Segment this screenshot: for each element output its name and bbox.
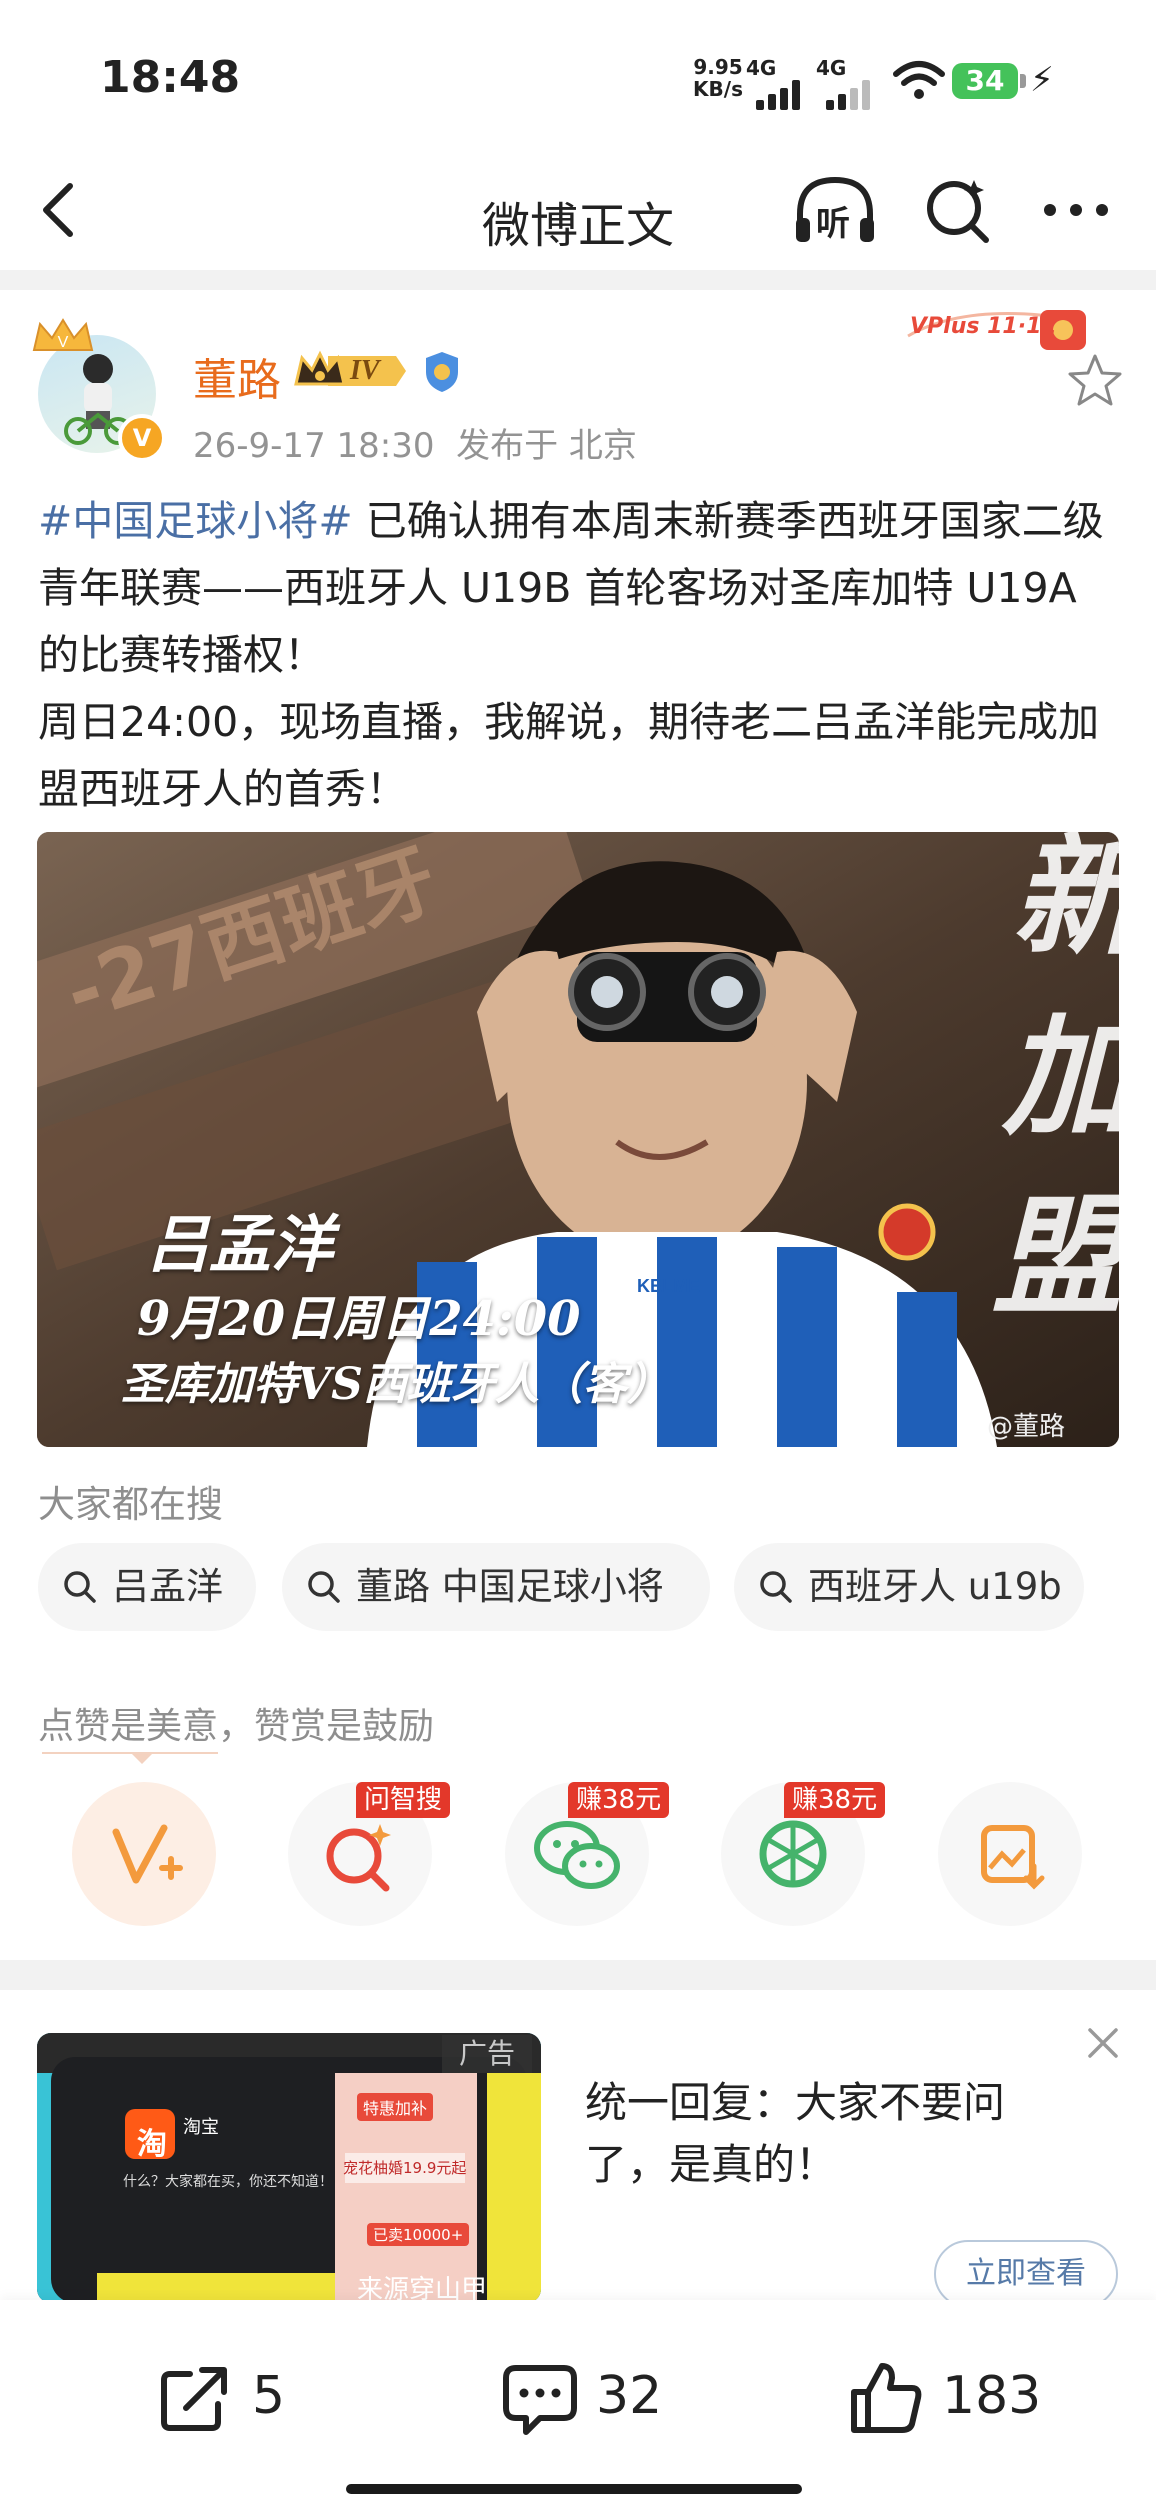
clock: 18:48: [100, 52, 241, 103]
verified-v-icon: V: [118, 414, 166, 462]
action-bar: 5 32 183: [0, 2300, 1156, 2510]
like-button[interactable]: 183: [846, 2358, 1066, 2438]
share-count: 5: [252, 2366, 286, 2426]
ad-promo-price: 宠花柚婚19.9元起: [343, 2159, 467, 2177]
save-image-icon: [981, 1825, 1045, 1890]
signal-type-label: 4G: [746, 56, 777, 80]
ad-sales: 已卖10000+: [367, 2223, 470, 2246]
favorite-star-icon[interactable]: [1064, 350, 1126, 412]
post-text: #中国足球小将# 已确认拥有本周末新赛季西班牙国家二级青年联赛——西班牙人 U1…: [38, 488, 1124, 823]
comment-button[interactable]: 32: [500, 2358, 700, 2438]
side-text-char-1: 新: [1012, 832, 1119, 973]
network-speed-value: 9.95: [693, 55, 743, 79]
share-button[interactable]: 5: [156, 2358, 316, 2438]
search-icon: [760, 1571, 792, 1603]
search-chip-label: 吕孟洋: [112, 1565, 223, 1608]
brand-logo: KELME: [637, 1276, 700, 1296]
v-plus-icon: [112, 1824, 183, 1884]
comment-icon: [503, 2365, 577, 2435]
section-divider: [0, 1960, 1156, 1990]
charging-icon: ⚡: [1030, 60, 1054, 100]
listen-button[interactable]: 听: [790, 172, 880, 252]
network-speed-unit: KB/s: [693, 77, 743, 101]
image-watermark: @董路: [987, 1412, 1066, 1442]
hashtag-link[interactable]: #中国足球小将#: [38, 497, 353, 545]
search-chip-label: 西班牙人 u19b: [808, 1565, 1062, 1608]
post-meta: 26-9-17 18:30 发布于 北京: [193, 426, 637, 466]
ad-source: 来源穿山甲: [357, 2275, 488, 2303]
search-chip[interactable]: 吕孟洋: [38, 1543, 256, 1631]
like-count: 183: [942, 2366, 1042, 2426]
signal-icon: 4G: [746, 56, 816, 110]
ad-tag: 广告: [442, 2035, 532, 2073]
vip-level-text: IV: [350, 355, 380, 386]
verified-badge-icon: [426, 352, 458, 392]
taobao-logo-icon: 淘: [137, 2127, 167, 2162]
ad-promo: 特惠加补: [357, 2093, 434, 2121]
reward-label: 点赞是美意，赞赏是鼓励: [38, 1706, 435, 1747]
side-text-char-2: 加: [1001, 1000, 1119, 1153]
listen-label: 听: [816, 204, 850, 244]
crown-icon: V: [32, 318, 94, 351]
reward-pointer: [130, 1752, 154, 1764]
section-divider: [0, 270, 1156, 290]
search-icon: [308, 1571, 340, 1603]
more-icon[interactable]: [1036, 180, 1116, 240]
search-chip-label: 董路 中国足球小将: [356, 1565, 664, 1608]
search-icon[interactable]: [920, 174, 996, 250]
ad-image[interactable]: 广告 淘宝 淘 什么？大家都在买，你还不知道！ 特惠加补 宠花柚婚19.9元起 …: [37, 2033, 541, 2303]
vplus-reward-button[interactable]: [72, 1782, 216, 1926]
save-image-button[interactable]: [938, 1782, 1082, 1926]
image-player-name: 吕孟洋: [147, 1208, 334, 1281]
vip-level-badge[interactable]: IV: [292, 348, 410, 394]
ad-text[interactable]: 统一回复：大家不要问了，是真的！: [585, 2072, 1055, 2196]
status-bar: 18:48 9.95 KB/s 4G 4G 34 ⚡: [0, 0, 1156, 150]
image-match-teams: 圣库加特VS西班牙人（客）: [121, 1359, 671, 1410]
ad-app-name: 淘宝: [183, 2117, 219, 2138]
wifi-icon: [893, 61, 945, 99]
search-chip[interactable]: 董路 中国足球小将: [282, 1543, 710, 1631]
ad-inner-text: 什么？大家都在买，你还不知道！: [123, 2174, 333, 2190]
comment-count: 32: [596, 2366, 663, 2426]
username[interactable]: 董路: [193, 344, 281, 408]
view-now-button[interactable]: 立即查看: [934, 2240, 1118, 2308]
close-icon[interactable]: [1082, 2022, 1124, 2064]
reward-badge: 问智搜: [356, 1782, 451, 1818]
signal-icon: 4G: [816, 56, 886, 110]
post-image[interactable]: 新 加 盟 -27西班牙 KELME 吕孟洋 9月20日周日24:00 圣库加特…: [37, 832, 1119, 1447]
reward-badge: 赚38元: [568, 1782, 670, 1818]
battery-tip: [1020, 74, 1026, 88]
search-icon: [64, 1571, 96, 1603]
network-speed: 9.95 KB/s: [690, 56, 746, 100]
home-indicator[interactable]: [346, 2484, 802, 2494]
share-icon: [161, 2367, 227, 2431]
svg-text:V: V: [58, 334, 69, 351]
post-paragraph: 周日24:00，现场直播，我解说，期待老二吕孟洋能完成加盟西班牙人的首秀！: [38, 698, 1100, 813]
vplus-text: VPlus 11·11: [910, 314, 1057, 339]
side-text-char-3: 盟: [992, 1180, 1119, 1333]
nav-bar: 微博正文 听: [0, 150, 1156, 270]
post-paragraph: #中国足球小将# 已确认拥有本周末新赛季西班牙国家二级青年联赛——西班牙人 U1…: [38, 488, 1124, 689]
reward-badge: 赚38元: [784, 1782, 886, 1818]
search-hint-label: 大家都在搜: [38, 1483, 223, 1526]
image-match-date: 9月20日周日24:00: [137, 1291, 581, 1347]
battery-icon: 34: [952, 63, 1018, 99]
thumbs-up-icon: [851, 2363, 922, 2433]
signal-type-label: 4G: [816, 56, 847, 80]
search-chip[interactable]: 西班牙人 u19b: [734, 1543, 1084, 1631]
